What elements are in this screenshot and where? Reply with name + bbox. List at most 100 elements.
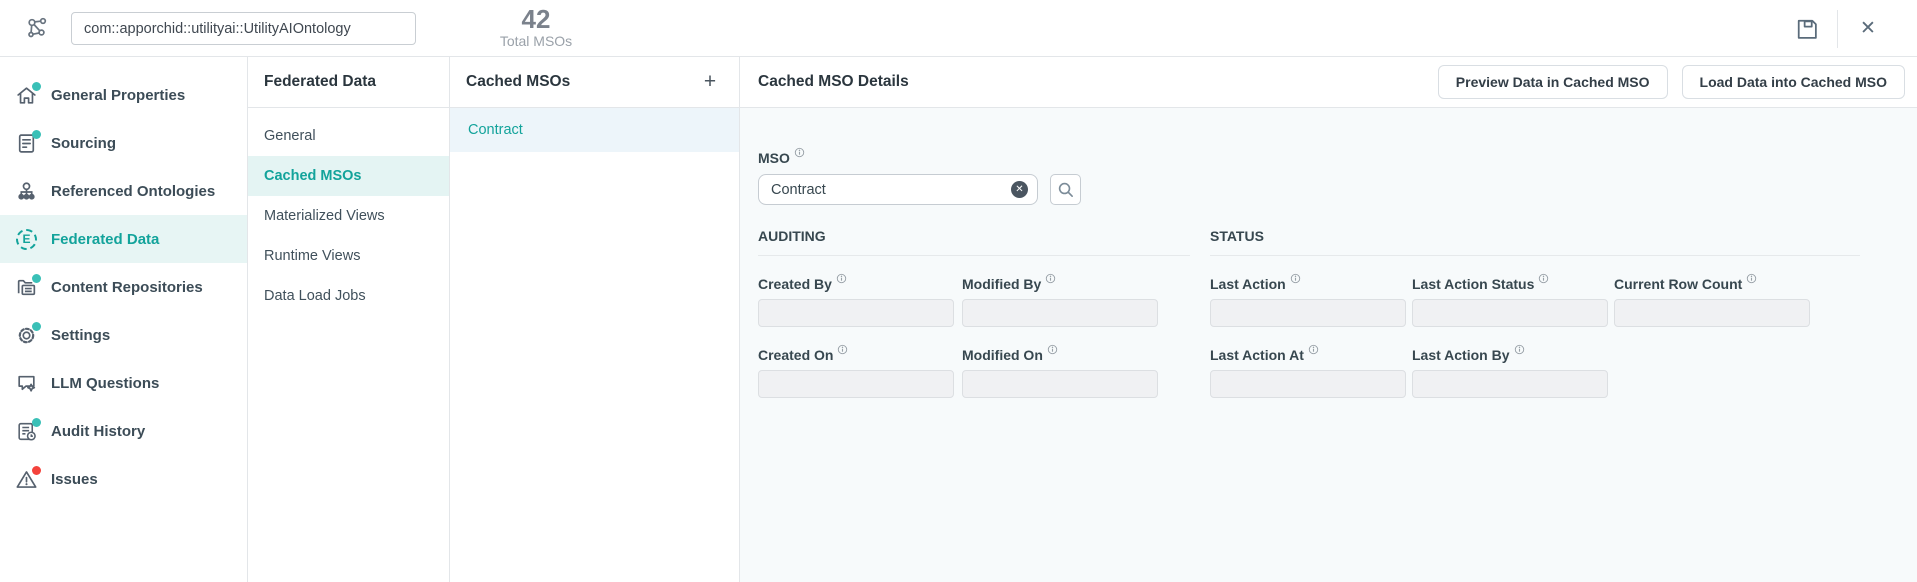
cached-msos-panel-title: Cached MSOs [466, 73, 570, 91]
notification-dot [32, 418, 41, 427]
notification-dot [32, 130, 41, 139]
sidebar-item-content-repositories[interactable]: Content Repositories [0, 263, 247, 311]
ontology-nodes-icon [15, 180, 38, 203]
home-icon [15, 84, 38, 107]
ontology-name-input[interactable] [71, 12, 416, 45]
auditing-row-2: Created On Modified On [758, 347, 1190, 398]
preview-data-button[interactable]: Preview Data in Cached MSO [1438, 65, 1668, 99]
warning-icon [15, 468, 38, 491]
modified-by-field: Modified By [962, 276, 1158, 327]
notification-dot [32, 322, 41, 331]
sidebar-item-label: Referenced Ontologies [51, 183, 215, 200]
federated-data-panel: Federated Data General Cached MSOs Mater… [248, 57, 450, 582]
last-action-at-input [1210, 370, 1406, 398]
federated-data-list: General Cached MSOs Materialized Views R… [248, 108, 449, 316]
left-sidebar: General Properties Sourcing [0, 57, 248, 582]
info-icon[interactable] [1308, 344, 1319, 355]
info-icon[interactable] [1746, 273, 1757, 284]
sidebar-item-federated-data[interactable]: E Federated Data [0, 215, 247, 263]
federated-data-panel-title: Federated Data [248, 57, 449, 108]
document-icon [15, 132, 38, 155]
sidebar-item-label: Issues [51, 471, 98, 488]
created-by-field: Created By [758, 276, 954, 327]
last-action-by-input [1412, 370, 1608, 398]
section-divider [1210, 255, 1860, 256]
modified-on-input [962, 370, 1158, 398]
modified-on-label: Modified On [962, 347, 1158, 363]
last-action-by-label: Last Action By [1412, 347, 1608, 363]
cached-mso-details-panel: Cached MSO Details Preview Data in Cache… [740, 57, 1917, 582]
current-row-count-input [1614, 299, 1810, 327]
last-action-status-input [1412, 299, 1608, 327]
sidebar-item-issues[interactable]: Issues [0, 455, 247, 503]
load-data-button[interactable]: Load Data into Cached MSO [1682, 65, 1905, 99]
info-icon[interactable] [837, 344, 848, 355]
last-action-at-label: Last Action At [1210, 347, 1406, 363]
add-cached-mso-button[interactable]: + [697, 69, 723, 95]
close-icon[interactable]: ✕ [1855, 16, 1881, 42]
search-mso-button[interactable] [1050, 174, 1081, 205]
auditing-section: AUDITING Created By [758, 228, 1190, 398]
sidebar-item-label: Settings [51, 327, 110, 344]
sidebar-item-referenced-ontologies[interactable]: Referenced Ontologies [0, 167, 247, 215]
status-row-2: Last Action At Last Action By [1210, 347, 1860, 398]
sidebar-item-audit-history[interactable]: Audit History [0, 407, 247, 455]
clear-icon[interactable]: ✕ [1011, 181, 1028, 198]
gear-icon [15, 324, 38, 347]
current-row-count-label: Current Row Count [1614, 276, 1810, 292]
main-row: General Properties Sourcing [0, 57, 1917, 582]
info-icon[interactable] [1047, 344, 1058, 355]
federated-item-data-load-jobs[interactable]: Data Load Jobs [248, 276, 449, 316]
details-body: MSO ✕ A [740, 108, 1917, 582]
modified-by-label: Modified By [962, 276, 1158, 292]
last-action-at-field: Last Action At [1210, 347, 1406, 398]
federated-item-general[interactable]: General [248, 116, 449, 156]
info-icon[interactable] [794, 147, 805, 158]
total-msos-counter: 42 Total MSOs [500, 5, 572, 50]
sidebar-item-label: Audit History [51, 423, 145, 440]
last-action-field: Last Action [1210, 276, 1406, 327]
search-icon [1056, 180, 1075, 199]
federated-item-cached-msos[interactable]: Cached MSOs [248, 156, 449, 196]
status-section-title: STATUS [1210, 228, 1860, 244]
modified-on-field: Modified On [962, 347, 1158, 398]
section-divider [758, 255, 1190, 256]
notification-dot [32, 274, 41, 283]
sidebar-item-settings[interactable]: Settings [0, 311, 247, 359]
federated-e-icon: E [15, 228, 38, 251]
created-on-label: Created On [758, 347, 954, 363]
auditing-section-title: AUDITING [758, 228, 1190, 244]
sidebar-item-label: LLM Questions [51, 375, 159, 392]
chat-sparkle-icon [15, 372, 38, 395]
mso-input-row: ✕ [758, 174, 1917, 205]
last-action-status-field: Last Action Status [1412, 276, 1608, 327]
info-icon[interactable] [1538, 273, 1549, 284]
topbar-actions: ✕ [1794, 0, 1881, 57]
form-sections: AUDITING Created By [758, 228, 1917, 398]
info-icon[interactable] [1290, 273, 1301, 284]
sidebar-item-llm-questions[interactable]: LLM Questions [0, 359, 247, 407]
sidebar-item-sourcing[interactable]: Sourcing [0, 119, 247, 167]
details-header: Cached MSO Details Preview Data in Cache… [740, 57, 1917, 108]
last-action-label: Last Action [1210, 276, 1406, 292]
federated-item-runtime-views[interactable]: Runtime Views [248, 236, 449, 276]
mso-input[interactable] [758, 174, 1038, 205]
cached-mso-item-contract[interactable]: Contract [450, 108, 739, 152]
info-icon[interactable] [836, 273, 847, 284]
last-action-status-label: Last Action Status [1412, 276, 1608, 292]
sidebar-item-general-properties[interactable]: General Properties [0, 71, 247, 119]
mso-field-label: MSO [758, 150, 1917, 166]
notification-dot [32, 82, 41, 91]
top-bar: 42 Total MSOs ✕ [0, 0, 1917, 57]
total-msos-value: 42 [500, 5, 572, 33]
topbar-divider [1837, 10, 1838, 48]
status-row-1: Last Action Last Action Status [1210, 276, 1860, 327]
save-icon[interactable] [1794, 16, 1820, 42]
info-icon[interactable] [1045, 273, 1056, 284]
info-icon[interactable] [1514, 344, 1525, 355]
auditing-row-1: Created By Modified By [758, 276, 1190, 327]
folder-icon [15, 276, 38, 299]
federated-item-materialized-views[interactable]: Materialized Views [248, 196, 449, 236]
sidebar-item-label: Content Repositories [51, 279, 203, 296]
sidebar-item-label: Federated Data [51, 231, 159, 248]
